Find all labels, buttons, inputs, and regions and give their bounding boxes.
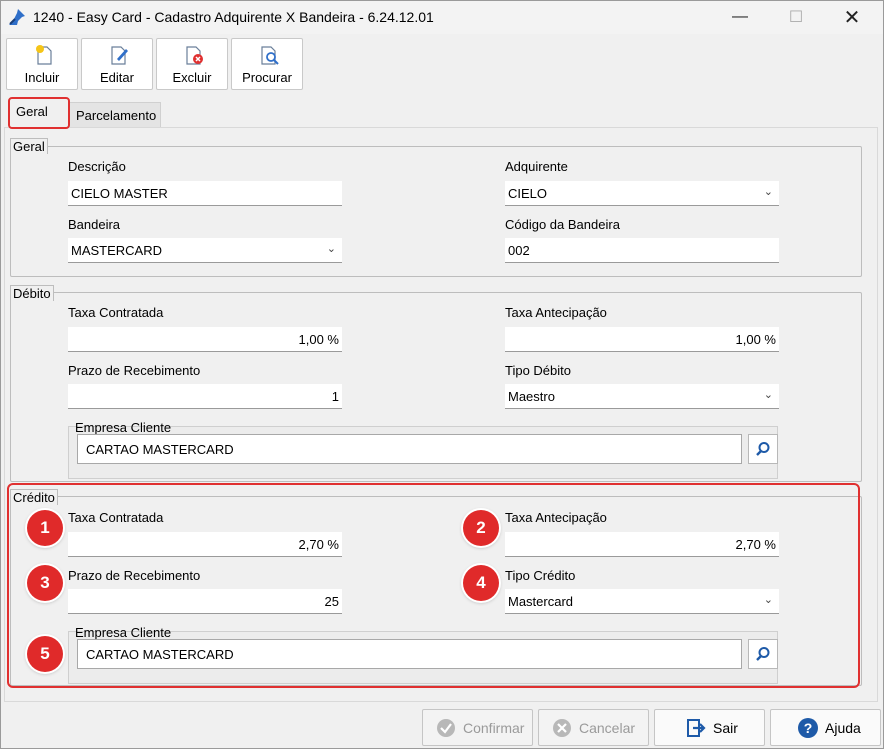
tipo-credito-label: Tipo Crédito bbox=[505, 568, 576, 583]
codigo-bandeira-label: Código da Bandeira bbox=[505, 217, 620, 232]
cancel-circle-icon bbox=[553, 718, 571, 737]
pushpin-icon bbox=[9, 9, 25, 25]
adquirente-label: Adquirente bbox=[505, 159, 568, 174]
credito-prazo-input[interactable]: 25 bbox=[68, 589, 342, 614]
debito-prazo-input[interactable]: 1 bbox=[68, 384, 342, 409]
cancelar-button[interactable]: Cancelar bbox=[538, 709, 649, 746]
debito-empresa-cliente-label: Empresa Cliente bbox=[75, 420, 172, 435]
debito-taxa-antecipacao-label: Taxa Antecipação bbox=[505, 305, 607, 320]
cancelar-label: Cancelar bbox=[579, 719, 636, 736]
debito-taxa-contratada-input[interactable]: 1,00 % bbox=[68, 327, 342, 352]
chevron-down-icon: ⌄ bbox=[326, 243, 336, 255]
annotation-marker-1: 1 bbox=[27, 510, 63, 546]
credito-taxa-antecipacao-input[interactable]: 2,70 % bbox=[505, 532, 779, 557]
annotation-marker-4: 4 bbox=[463, 565, 499, 601]
confirmar-label: Confirmar bbox=[463, 719, 525, 736]
new-document-icon bbox=[36, 45, 52, 65]
credito-taxa-contratada-input[interactable]: 2,70 % bbox=[68, 532, 342, 557]
edit-document-icon bbox=[111, 46, 128, 65]
descricao-input[interactable]: CIELO MASTER bbox=[68, 181, 342, 206]
credito-taxa-contratada-label: Taxa Contratada bbox=[68, 510, 164, 525]
credito-empresa-search-button[interactable] bbox=[748, 639, 778, 669]
adquirente-value: CIELO bbox=[508, 186, 548, 201]
chevron-down-icon: ⌄ bbox=[763, 389, 773, 401]
incluir-button[interactable]: Incluir bbox=[6, 38, 78, 90]
bandeira-value: MASTERCARD bbox=[71, 243, 163, 258]
tipo-credito-value: Mastercard bbox=[508, 594, 574, 609]
tab-parcelamento[interactable]: Parcelamento bbox=[69, 102, 161, 127]
bandeira-select[interactable]: MASTERCARD ⌄ bbox=[68, 238, 342, 263]
chevron-down-icon: ⌄ bbox=[763, 186, 773, 198]
adquirente-select[interactable]: CIELO ⌄ bbox=[505, 181, 779, 206]
minimize-button[interactable]: — bbox=[717, 1, 763, 33]
app-window: 1240 - Easy Card - Cadastro Adquirente X… bbox=[0, 0, 884, 749]
debito-prazo-label: Prazo de Recebimento bbox=[68, 363, 201, 378]
procurar-label: Procurar bbox=[242, 70, 292, 85]
exit-door-icon bbox=[687, 718, 706, 737]
check-circle-icon bbox=[437, 718, 455, 737]
credito-empresa-cliente-label: Empresa Cliente bbox=[75, 625, 172, 640]
credito-prazo-label: Prazo de Recebimento bbox=[68, 568, 201, 583]
confirmar-button[interactable]: Confirmar bbox=[422, 709, 533, 746]
window-title: 1240 - Easy Card - Cadastro Adquirente X… bbox=[33, 9, 434, 25]
search-document-icon bbox=[261, 46, 279, 65]
procurar-button[interactable]: Procurar bbox=[231, 38, 303, 90]
excluir-label: Excluir bbox=[172, 70, 212, 85]
editar-button[interactable]: Editar bbox=[81, 38, 153, 90]
svg-text:?: ? bbox=[804, 720, 813, 736]
ajuda-label: Ajuda bbox=[825, 719, 861, 736]
debito-taxa-antecipacao-input[interactable]: 1,00 % bbox=[505, 327, 779, 352]
tipo-credito-select[interactable]: Mastercard ⌄ bbox=[505, 589, 779, 614]
close-button[interactable]: ✕ bbox=[829, 1, 875, 33]
excluir-button[interactable]: Excluir bbox=[156, 38, 228, 90]
credito-legend: Crédito bbox=[10, 489, 58, 505]
annotation-marker-3: 3 bbox=[27, 565, 63, 601]
codigo-bandeira-input[interactable]: 002 bbox=[505, 238, 779, 263]
search-icon bbox=[756, 647, 770, 661]
debito-empresa-search-button[interactable] bbox=[748, 434, 778, 464]
tipo-debito-value: Maestro bbox=[508, 389, 555, 404]
debito-legend: Débito bbox=[10, 285, 54, 301]
credito-empresa-cliente-input[interactable]: CARTAO MASTERCARD bbox=[77, 639, 742, 669]
chevron-down-icon: ⌄ bbox=[763, 594, 773, 606]
delete-document-icon bbox=[186, 46, 203, 65]
bandeira-label: Bandeira bbox=[68, 217, 121, 232]
tipo-debito-label: Tipo Débito bbox=[505, 363, 571, 378]
editar-label: Editar bbox=[100, 70, 134, 85]
title-bar[interactable]: 1240 - Easy Card - Cadastro Adquirente X… bbox=[1, 1, 883, 34]
tab-geral[interactable]: Geral bbox=[8, 97, 70, 129]
annotation-marker-2: 2 bbox=[463, 510, 499, 546]
annotation-marker-5: 5 bbox=[27, 636, 63, 672]
maximize-button[interactable]: ☐ bbox=[773, 1, 819, 33]
credito-taxa-antecipacao-label: Taxa Antecipação bbox=[505, 510, 607, 525]
tipo-debito-select[interactable]: Maestro ⌄ bbox=[505, 384, 779, 409]
descricao-label: Descrição bbox=[68, 159, 126, 174]
help-circle-icon: ? bbox=[798, 717, 818, 738]
incluir-label: Incluir bbox=[24, 70, 60, 85]
sair-button[interactable]: Sair bbox=[654, 709, 765, 746]
geral-legend: Geral bbox=[10, 138, 48, 154]
search-icon bbox=[756, 442, 770, 456]
ajuda-button[interactable]: ? Ajuda bbox=[770, 709, 881, 746]
debito-empresa-cliente-input[interactable]: CARTAO MASTERCARD bbox=[77, 434, 742, 464]
sair-label: Sair bbox=[713, 719, 738, 736]
debito-taxa-contratada-label: Taxa Contratada bbox=[68, 305, 164, 320]
